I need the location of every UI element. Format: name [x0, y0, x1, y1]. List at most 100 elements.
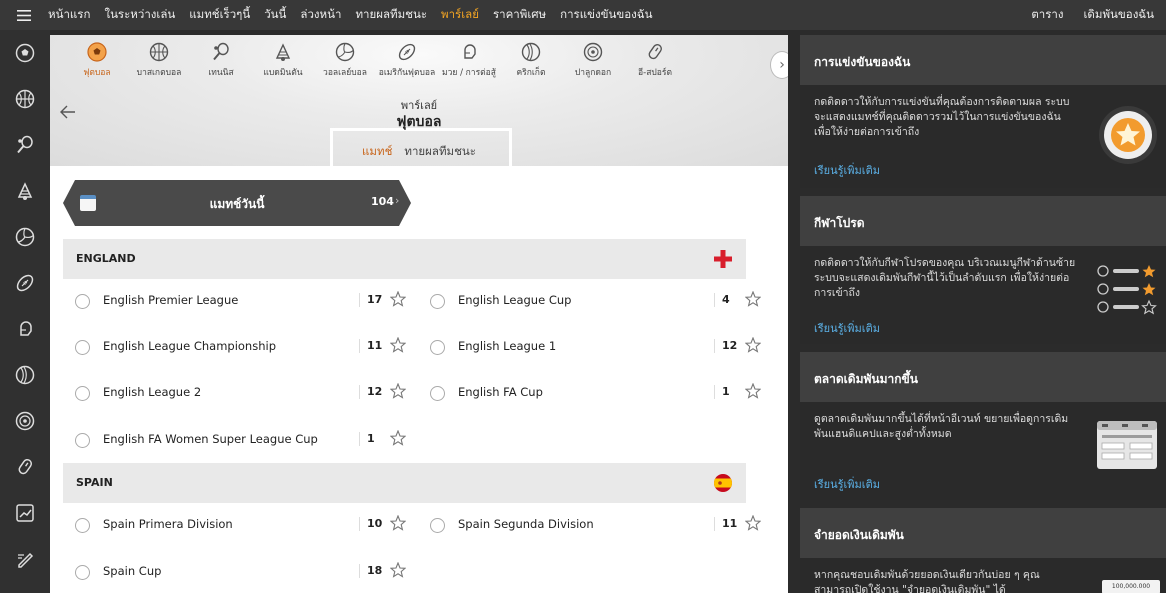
league-name[interactable]: English FA Cup	[458, 385, 543, 399]
radio-button[interactable]	[75, 294, 90, 309]
sport-tab-esports[interactable]: อี-สปอร์ต	[624, 35, 686, 83]
card-title: จำยอดเงินเดิมพัน	[800, 508, 1166, 558]
sport-tab-soccer[interactable]: ฟุตบอล	[66, 35, 128, 83]
league-name[interactable]: Spain Primera Division	[103, 517, 233, 531]
nav-special-odds[interactable]: ราคาพิเศษ	[493, 6, 546, 24]
menu-icon[interactable]	[0, 0, 48, 30]
star-icon[interactable]	[745, 515, 761, 531]
card-body: กดติดดาวให้กับการแข่งขันที่คุณต้องการติด…	[814, 96, 1070, 138]
badminton-icon	[275, 43, 291, 61]
card-body: ดูตลาดเดิมพันมากขึ้นได้ที่หน้าอีเวนท์ ขย…	[814, 413, 1069, 440]
sidebar-darts-icon[interactable]	[0, 398, 50, 444]
info-card-favorite-sports: กีฬาโปรด กดติดดาวให้กับกีฬาโปรดของคุณ บร…	[800, 196, 1166, 344]
learn-more-link[interactable]: เรียนรู้เพิ่มเติม	[814, 161, 880, 179]
league-name[interactable]: English Premier League	[103, 293, 238, 307]
sidebar-tennis-icon[interactable]	[0, 122, 50, 168]
top-navigation: หน้าแรก ในระหว่างเล่น แมทช์เร็วๆนี้ วันน…	[0, 0, 1166, 30]
league-row[interactable]: English League 2 12	[63, 370, 406, 416]
star-icon[interactable]	[745, 337, 761, 353]
league-name[interactable]: English League 1	[458, 339, 556, 353]
sport-tabs: ฟุตบอล บาสเกตบอล เทนนิส แบดมินตัน วอลเลย…	[50, 35, 788, 83]
league-name[interactable]: English League 2	[103, 385, 201, 399]
star-icon[interactable]	[390, 430, 406, 446]
league-row[interactable]: English FA Cup 1	[418, 370, 761, 416]
sidebar-trending-icon[interactable]	[0, 490, 50, 536]
radio-button[interactable]	[75, 565, 90, 580]
league-row[interactable]: English Premier League 17	[63, 278, 406, 324]
today-matches-banner[interactable]: แมทช์วันนี้ 104 ›	[63, 180, 411, 226]
sidebar-american-football-icon[interactable]	[0, 260, 50, 306]
sport-tab-darts[interactable]: ปาลูกดอก	[562, 35, 624, 83]
sport-tab-cricket[interactable]: คริกเก็ต	[500, 35, 562, 83]
league-row[interactable]: Spain Primera Division 10	[63, 502, 406, 548]
star-icon[interactable]	[745, 291, 761, 307]
league-name[interactable]: English FA Women Super League Cup	[103, 432, 318, 446]
league-name[interactable]: Spain Cup	[103, 564, 161, 578]
radio-button[interactable]	[430, 518, 445, 533]
sport-tab-american-football[interactable]: อเมริกันฟุตบอล	[376, 35, 438, 83]
sport-label: แบดมินตัน	[263, 68, 303, 78]
league-name[interactable]: English League Cup	[458, 293, 571, 307]
sport-tab-boxing[interactable]: มวย / การต่อสู้	[438, 35, 500, 83]
basketball-icon	[149, 42, 169, 62]
match-count: 12	[367, 385, 383, 398]
nav-my-bets[interactable]: เดิมพันของฉัน	[1084, 6, 1155, 24]
radio-button[interactable]	[75, 433, 90, 448]
nav-today[interactable]: วันนี้	[264, 6, 286, 24]
sidebar-cricket-icon[interactable]	[0, 352, 50, 398]
section-title: SPAIN	[76, 476, 113, 489]
sidebar-esports-icon[interactable]	[0, 444, 50, 490]
star-icon[interactable]	[390, 515, 406, 531]
scroll-right-chevron-icon[interactable]: ›	[770, 51, 788, 79]
nav-my-competitions[interactable]: การแข่งขันของฉัน	[560, 6, 652, 24]
radio-button[interactable]	[75, 518, 90, 533]
radio-button[interactable]	[430, 294, 445, 309]
sport-tab-basketball[interactable]: บาสเกตบอล	[128, 35, 190, 83]
nav-early[interactable]: ล่วงหน้า	[300, 6, 341, 24]
learn-more-link[interactable]: เรียนรู้เพิ่มเติม	[814, 319, 880, 337]
league-row[interactable]: English FA Women Super League Cup 1	[63, 417, 406, 463]
league-row[interactable]: Spain Segunda Division 11	[418, 502, 761, 548]
star-icon[interactable]	[390, 383, 406, 399]
sidebar-pencil-icon[interactable]	[0, 536, 50, 582]
info-card-remember-stake: จำยอดเงินเดิมพัน หากคุณชอบเดิมพันด้วยยอด…	[800, 508, 1166, 593]
sport-tab-badminton[interactable]: แบดมินตัน	[252, 35, 314, 83]
section-header-england: ENGLAND	[63, 239, 746, 279]
star-icon[interactable]	[745, 383, 761, 399]
radio-button[interactable]	[75, 386, 90, 401]
sidebar-badminton-icon[interactable]	[0, 168, 50, 214]
nav-in-play[interactable]: ในระหว่างเล่น	[104, 6, 175, 24]
league-name[interactable]: Spain Segunda Division	[458, 517, 594, 531]
nav-upcoming[interactable]: แมทช์เร็วๆนี้	[189, 6, 250, 24]
league-row[interactable]: Spain Cup 18	[63, 549, 406, 593]
nav-parlay[interactable]: พาร์เลย์	[441, 6, 479, 24]
league-row[interactable]: English League Cup 4	[418, 278, 761, 324]
nav-schedule[interactable]: ตาราง	[1031, 6, 1063, 24]
league-row[interactable]: English League 1 12	[418, 324, 761, 370]
radio-button[interactable]	[430, 340, 445, 355]
sidebar-basketball-icon[interactable]	[0, 76, 50, 122]
sport-tab-tennis[interactable]: เทนนิส	[190, 35, 252, 83]
section-header-spain: SPAIN	[63, 463, 746, 503]
sidebar-boxing-icon[interactable]	[0, 306, 50, 352]
sidebar-volleyball-icon[interactable]	[0, 214, 50, 260]
markets-table-icon	[1097, 421, 1157, 469]
league-list: แมทช์วันนี้ 104 › ENGLAND English Premie…	[50, 166, 788, 593]
sidebar-soccer-icon[interactable]	[0, 30, 50, 76]
sport-tab-volleyball[interactable]: วอลเลย์บอล	[314, 35, 376, 83]
nav-outright[interactable]: ทายผลทีมชนะ	[355, 6, 427, 24]
star-icon[interactable]	[390, 337, 406, 353]
radio-button[interactable]	[75, 340, 90, 355]
sport-label: มวย / การต่อสู้	[442, 68, 496, 78]
league-name[interactable]: English League Championship	[103, 339, 276, 353]
star-icon[interactable]	[390, 562, 406, 578]
nav-home[interactable]: หน้าแรก	[48, 6, 90, 24]
card-title: การแข่งขันของฉัน	[800, 35, 1166, 85]
match-count: 10	[367, 517, 383, 530]
star-icon[interactable]	[390, 291, 406, 307]
american-football-icon	[398, 43, 416, 61]
league-row[interactable]: English League Championship 11	[63, 324, 406, 370]
radio-button[interactable]	[430, 386, 445, 401]
sport-label: เทนนิส	[208, 68, 234, 78]
learn-more-link[interactable]: เรียนรู้เพิ่มเติม	[814, 475, 880, 493]
